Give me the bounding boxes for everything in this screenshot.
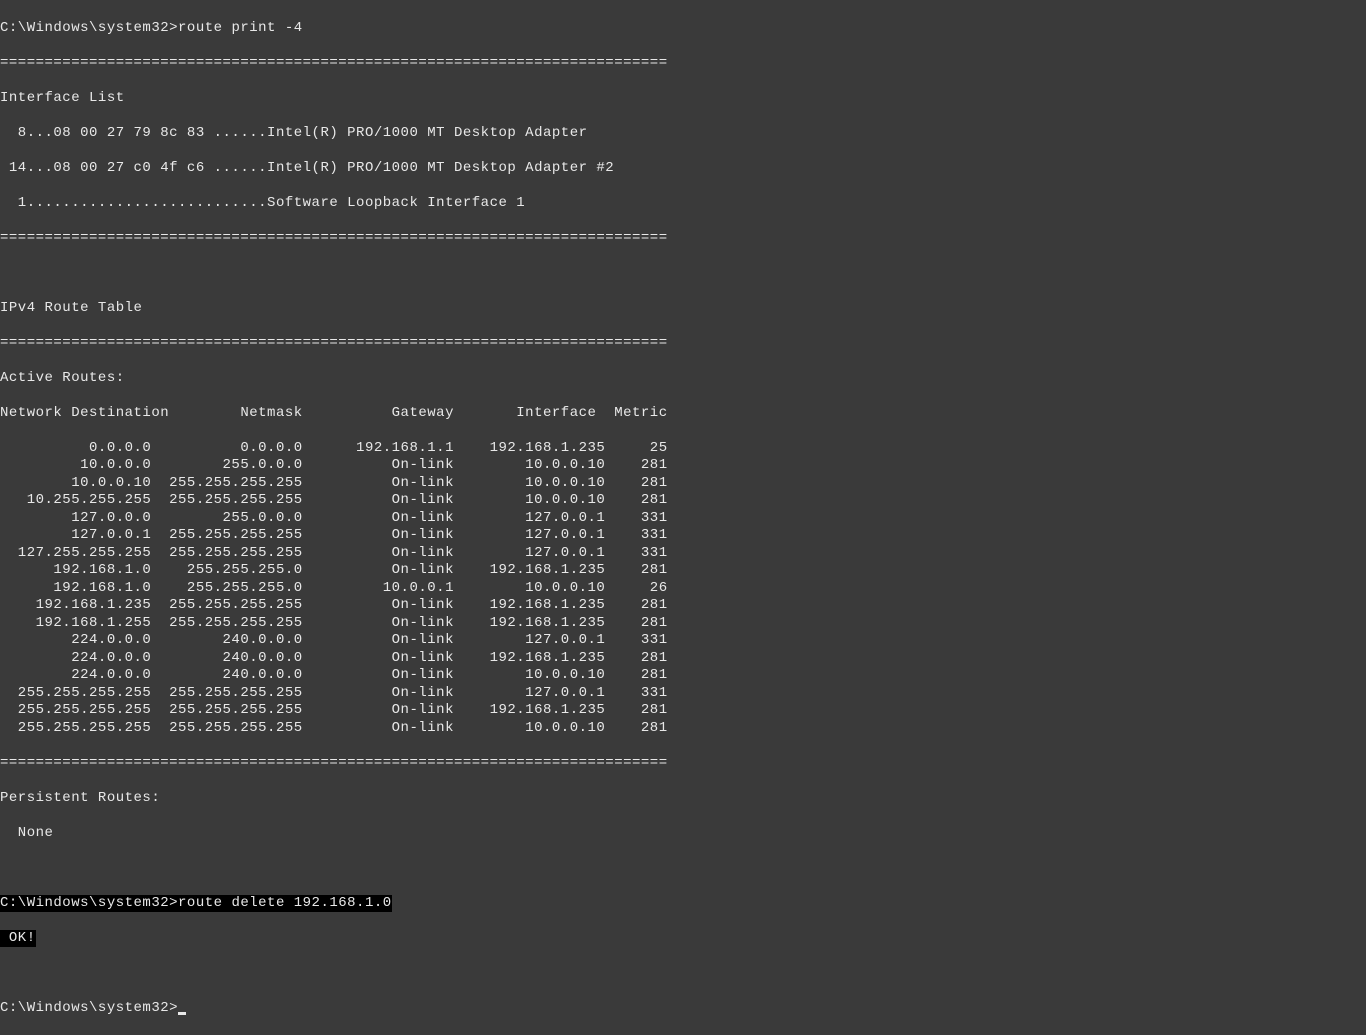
- route-table-header: IPv4 Route Table: [0, 300, 1366, 318]
- prompt: C:\Windows\system32>: [0, 895, 178, 911]
- cursor-icon: [178, 1012, 186, 1015]
- separator-line: ========================================…: [0, 755, 1366, 773]
- interface-row: 1...........................Software Loo…: [0, 195, 1366, 213]
- response-text: OK!: [0, 930, 36, 948]
- command-text: route delete 192.168.1.0: [178, 895, 392, 911]
- response-line: OK!: [0, 930, 1366, 948]
- blank-line: [0, 860, 1366, 878]
- blank-line: [0, 265, 1366, 283]
- interface-list-header: Interface List: [0, 90, 1366, 108]
- separator-line: ========================================…: [0, 230, 1366, 248]
- route-row: 255.255.255.255 255.255.255.255 On-link …: [0, 702, 1366, 720]
- route-row: 127.0.0.1 255.255.255.255 On-link 127.0.…: [0, 527, 1366, 545]
- prompt: C:\Windows\system32>: [0, 20, 178, 36]
- route-row: 10.0.0.10 255.255.255.255 On-link 10.0.0…: [0, 475, 1366, 493]
- persistent-routes-value: None: [0, 825, 1366, 843]
- blank-line: [0, 965, 1366, 983]
- prompt: C:\Windows\system32>: [0, 1000, 178, 1016]
- route-row: 192.168.1.0 255.255.255.0 On-link 192.16…: [0, 562, 1366, 580]
- route-row: 10.255.255.255 255.255.255.255 On-link 1…: [0, 492, 1366, 510]
- routes-table: 0.0.0.0 0.0.0.0 192.168.1.1 192.168.1.23…: [0, 440, 1366, 738]
- interface-row: 8...08 00 27 79 8c 83 ......Intel(R) PRO…: [0, 125, 1366, 143]
- route-row: 255.255.255.255 255.255.255.255 On-link …: [0, 685, 1366, 703]
- route-row: 0.0.0.0 0.0.0.0 192.168.1.1 192.168.1.23…: [0, 440, 1366, 458]
- route-row: 255.255.255.255 255.255.255.255 On-link …: [0, 720, 1366, 738]
- separator-line: ========================================…: [0, 55, 1366, 73]
- interface-row: 14...08 00 27 c0 4f c6 ......Intel(R) PR…: [0, 160, 1366, 178]
- route-row: 224.0.0.0 240.0.0.0 On-link 10.0.0.10 28…: [0, 667, 1366, 685]
- active-routes-header: Active Routes:: [0, 370, 1366, 388]
- command-line-3[interactable]: C:\Windows\system32>: [0, 1000, 1366, 1018]
- route-row: 224.0.0.0 240.0.0.0 On-link 127.0.0.1 33…: [0, 632, 1366, 650]
- route-row: 192.168.1.255 255.255.255.255 On-link 19…: [0, 615, 1366, 633]
- columns-header: Network Destination Netmask Gateway Inte…: [0, 405, 1366, 423]
- route-row: 127.0.0.0 255.0.0.0 On-link 127.0.0.1 33…: [0, 510, 1366, 528]
- separator-line: ========================================…: [0, 335, 1366, 353]
- route-row: 10.0.0.0 255.0.0.0 On-link 10.0.0.10 281: [0, 457, 1366, 475]
- command-line-2: C:\Windows\system32>route delete 192.168…: [0, 895, 1366, 913]
- command-line-1: C:\Windows\system32>route print -4: [0, 20, 1366, 38]
- route-row: 192.168.1.0 255.255.255.0 10.0.0.1 10.0.…: [0, 580, 1366, 598]
- persistent-routes-header: Persistent Routes:: [0, 790, 1366, 808]
- route-row: 224.0.0.0 240.0.0.0 On-link 192.168.1.23…: [0, 650, 1366, 668]
- command-text: route print -4: [178, 20, 303, 36]
- terminal-output[interactable]: C:\Windows\system32>route print -4 =====…: [0, 2, 1366, 1035]
- route-row: 192.168.1.235 255.255.255.255 On-link 19…: [0, 597, 1366, 615]
- route-row: 127.255.255.255 255.255.255.255 On-link …: [0, 545, 1366, 563]
